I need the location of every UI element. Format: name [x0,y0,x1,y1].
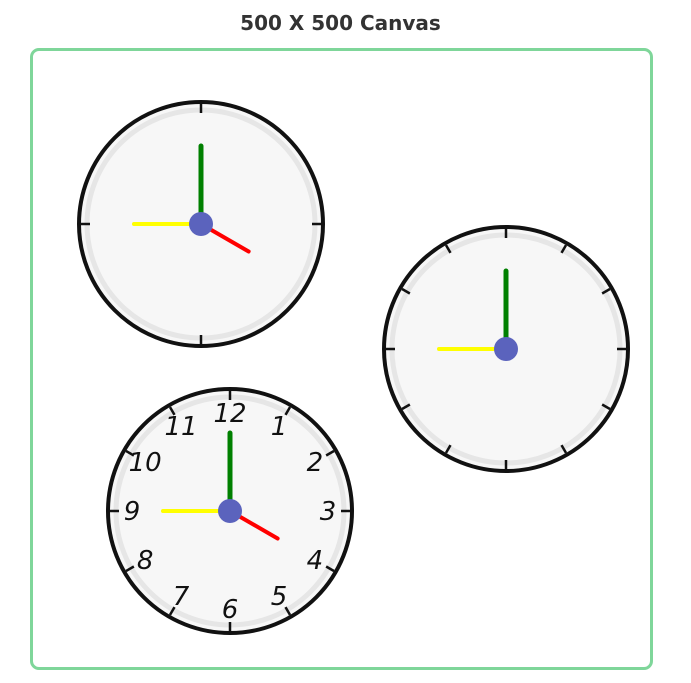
clock-numeral: 4 [307,546,324,576]
clock-hub [218,499,242,523]
clock-numeral: 8 [137,546,154,576]
clock-plain [77,100,325,348]
clock-numeral: 3 [320,497,337,527]
clock-numeral: 10 [129,448,162,478]
clock-canvas: 12 12 3 45 6 78 9 1011 [77,100,630,635]
clock-numeral: 6 [222,595,239,625]
clock-numeral: 5 [271,582,288,612]
clock-hub [494,337,518,361]
clock-numeral: 12 [213,399,246,429]
clock-numeral: 2 [307,448,324,478]
clock-numeral: 7 [173,582,190,612]
clock-numeral: 1 [271,412,288,442]
clock-numeral: 11 [164,412,197,442]
clock-ticks [382,225,630,473]
clock-numbers: 12 12 3 45 6 78 9 1011 [106,387,354,635]
clock-numeral: 9 [124,497,141,527]
clock-hub [189,212,213,236]
